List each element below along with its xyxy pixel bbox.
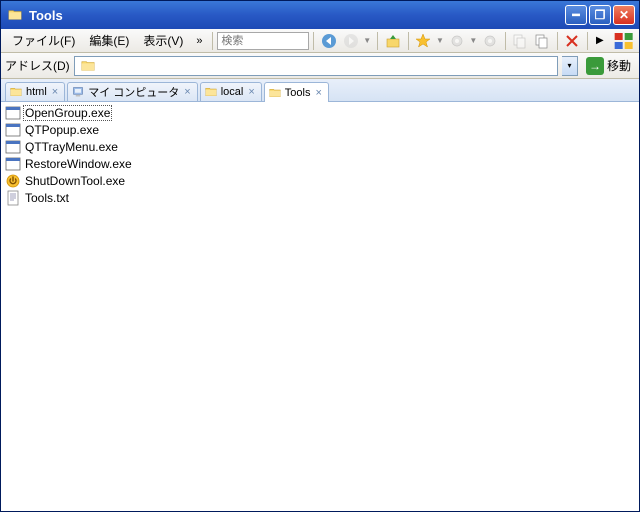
tab-close-button[interactable]: × [313, 87, 323, 99]
tab-bar: html×マイ コンピュータ×local×Tools× [1, 79, 639, 102]
file-name: OpenGroup.exe [24, 106, 111, 120]
app-icon [5, 122, 21, 138]
folder-icon [9, 86, 23, 98]
toolbar-overflow[interactable]: ▶ [592, 35, 608, 46]
separator [377, 32, 378, 50]
computer-icon [71, 86, 85, 98]
tab-close-button[interactable]: × [182, 86, 192, 98]
file-item[interactable]: RestoreWindow.exe [3, 155, 637, 172]
tab-マイ コンピュータ[interactable]: マイ コンピュータ× [67, 82, 198, 101]
windows-logo-icon [612, 31, 635, 51]
file-item[interactable]: ShutDownTool.exe [3, 172, 637, 189]
tab-label: local [221, 86, 244, 98]
txt-icon [5, 190, 21, 206]
file-name: RestoreWindow.exe [24, 157, 133, 171]
tab-local[interactable]: local× [200, 82, 262, 101]
up-button[interactable] [383, 31, 402, 51]
separator [505, 32, 506, 50]
file-item[interactable]: OpenGroup.exe [3, 104, 637, 121]
file-item[interactable]: QTPopup.exe [3, 121, 637, 138]
close-button[interactable]: ✕ [613, 5, 635, 25]
tab-Tools[interactable]: Tools× [264, 82, 329, 102]
app-icon [5, 105, 21, 121]
copy-button[interactable] [532, 31, 551, 51]
tab-label: html [26, 86, 47, 98]
delete-button[interactable] [563, 31, 582, 51]
file-name: ShutDownTool.exe [24, 174, 126, 188]
separator [408, 32, 409, 50]
tab-label: マイ コンピュータ [88, 84, 179, 100]
back-button[interactable] [319, 31, 338, 51]
separator [212, 32, 213, 50]
favorites-dropdown[interactable]: ▼ [434, 36, 446, 45]
address-bar: アドレス(D) ▾ → 移動 [1, 53, 639, 79]
go-button[interactable]: → 移動 [582, 56, 635, 76]
cut-button[interactable] [511, 31, 530, 51]
file-name: QTPopup.exe [24, 123, 100, 137]
app-icon [5, 139, 21, 155]
address-dropdown[interactable]: ▾ [562, 56, 578, 76]
explorer-window: Tools ━ ❐ ✕ ファイル(F) 編集(E) 表示(V) » ▼ ▼ ▼ … [0, 0, 640, 512]
separator [557, 32, 558, 50]
separator [313, 32, 314, 50]
file-list[interactable]: OpenGroup.exe QTPopup.exe QTTrayMenu.exe Re… [1, 102, 639, 511]
window-title: Tools [29, 8, 565, 23]
maximize-button[interactable]: ❐ [589, 5, 611, 25]
file-name: Tools.txt [24, 191, 70, 205]
folder-icon [7, 8, 23, 22]
menu-edit[interactable]: 編集(E) [82, 29, 136, 52]
history-dropdown[interactable]: ▼ [361, 36, 373, 45]
tab-label: Tools [285, 87, 311, 99]
menubar: ファイル(F) 編集(E) 表示(V) » ▼ ▼ ▼ ▶ [1, 29, 639, 53]
forward-button [341, 31, 360, 51]
file-item[interactable]: Tools.txt [3, 189, 637, 206]
menu-overflow[interactable]: » [190, 35, 208, 47]
go-arrow-icon: → [586, 57, 604, 75]
favorites-button[interactable] [414, 31, 433, 51]
tab-close-button[interactable]: × [50, 86, 60, 98]
address-label: アドレス(D) [5, 57, 70, 74]
options-dropdown[interactable]: ▼ [467, 36, 479, 45]
minimize-button[interactable]: ━ [565, 5, 587, 25]
app-icon [5, 156, 21, 172]
file-item[interactable]: QTTrayMenu.exe [3, 138, 637, 155]
folder-icon [268, 87, 282, 99]
go-label: 移動 [607, 57, 631, 74]
search-input[interactable] [217, 32, 309, 50]
menu-file[interactable]: ファイル(F) [5, 29, 82, 52]
separator [587, 32, 588, 50]
sync-button[interactable] [480, 31, 499, 51]
folder-icon [204, 86, 218, 98]
tab-close-button[interactable]: × [246, 86, 256, 98]
address-field[interactable] [74, 56, 558, 76]
options-button[interactable] [447, 31, 466, 51]
menu-view[interactable]: 表示(V) [136, 29, 190, 52]
folder-icon [80, 59, 96, 73]
tab-html[interactable]: html× [5, 82, 65, 101]
titlebar[interactable]: Tools ━ ❐ ✕ [1, 1, 639, 29]
shutdown-icon [5, 173, 21, 189]
file-name: QTTrayMenu.exe [24, 140, 119, 154]
